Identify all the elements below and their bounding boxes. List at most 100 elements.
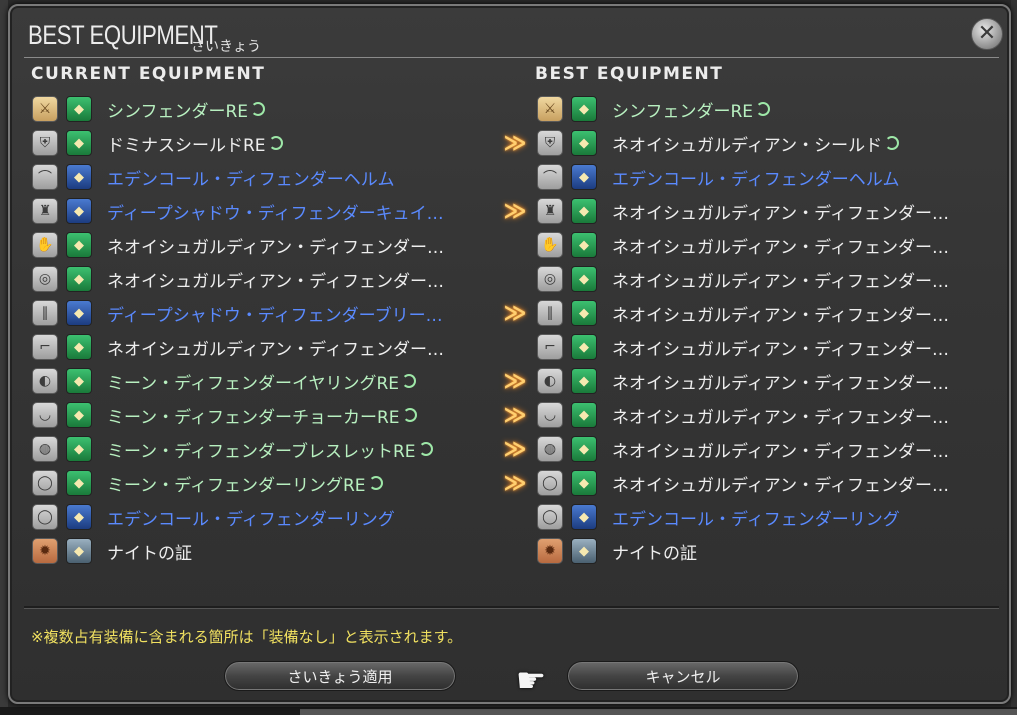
item-name: ミーン・ディフェンダーリングRE bbox=[107, 475, 366, 496]
item-icon[interactable]: ◆ bbox=[66, 402, 92, 428]
item-name: ネオイシュガルディアン・ディフェンダー… bbox=[612, 237, 949, 258]
item-icon[interactable]: ◆ bbox=[66, 130, 92, 156]
hq-icon bbox=[368, 476, 383, 490]
current-equipment-row[interactable]: ♜ ◆ ディープシャドウ・ディフェンダーキュイ… bbox=[32, 196, 444, 226]
best-equipment-row[interactable]: ♜ ◆ ネオイシュガルディアン・ディフェンダー… bbox=[537, 196, 949, 226]
item-name: シンフェンダーRE bbox=[612, 101, 754, 122]
hq-icon bbox=[756, 102, 771, 116]
item-icon[interactable]: ◆ bbox=[66, 538, 92, 564]
best-equipment-row[interactable]: ◯ ◆ エデンコール・ディフェンダーリング bbox=[537, 502, 900, 532]
close-button[interactable]: ✕ bbox=[971, 18, 1003, 50]
best-equipment-row[interactable]: ⛨ ◆ ネオイシュガルディアン・シールド bbox=[537, 128, 900, 158]
item-name: ネオイシュガルディアン・ディフェンダー… bbox=[107, 339, 444, 360]
item-icon[interactable]: ◆ bbox=[571, 198, 597, 224]
item-name: ネオイシュガルディアン・ディフェンダー… bbox=[612, 271, 949, 292]
current-equipment-row[interactable]: ⚔ ◆ シンフェンダーRE bbox=[32, 94, 266, 124]
best-equipment-row[interactable]: ⚔ ◆ シンフェンダーRE bbox=[537, 94, 771, 124]
item-name: ディープシャドウ・ディフェンダーキュイ… bbox=[107, 203, 444, 224]
item-name: ミーン・ディフェンダーチョーカーRE bbox=[107, 407, 400, 428]
current-equipment-row[interactable]: ◐ ◆ ミーン・ディフェンダーイヤリングRE bbox=[32, 366, 417, 396]
belt-icon: ◎ bbox=[537, 266, 563, 292]
best-equipment-row[interactable]: ⌒ ◆ エデンコール・ディフェンダーヘルム bbox=[537, 162, 899, 192]
item-name: ネオイシュガルディアン・ディフェンダー… bbox=[107, 237, 444, 258]
current-equipment-row[interactable]: ◡ ◆ ミーン・ディフェンダーチョーカーRE bbox=[32, 400, 417, 430]
upgrade-arrow-icon: ≫ bbox=[503, 470, 526, 496]
item-icon[interactable]: ◆ bbox=[571, 470, 597, 496]
item-icon[interactable]: ◆ bbox=[571, 130, 597, 156]
item-icon[interactable]: ◆ bbox=[571, 266, 597, 292]
ring-icon: ◯ bbox=[32, 470, 58, 496]
item-name: ネオイシュガルディアン・ディフェンダー… bbox=[612, 407, 949, 428]
item-name: ネオイシュガルディアン・ディフェンダー… bbox=[107, 271, 444, 292]
best-equipment-row[interactable]: ◡ ◆ ネオイシュガルディアン・ディフェンダー… bbox=[537, 400, 949, 430]
item-icon[interactable]: ◆ bbox=[571, 164, 597, 190]
item-icon[interactable]: ◆ bbox=[571, 436, 597, 462]
legs-icon: ∥ bbox=[537, 300, 563, 326]
item-icon[interactable]: ◆ bbox=[66, 334, 92, 360]
item-icon[interactable]: ◆ bbox=[66, 96, 92, 122]
item-icon[interactable]: ◆ bbox=[66, 266, 92, 292]
current-equipment-row[interactable]: ⌐ ◆ ネオイシュガルディアン・ディフェンダー… bbox=[32, 332, 444, 362]
hq-icon bbox=[268, 136, 283, 150]
best-equipment-row[interactable]: ∥ ◆ ネオイシュガルディアン・ディフェンダー… bbox=[537, 298, 949, 328]
bracelet-icon: ◍ bbox=[537, 436, 563, 462]
item-name: ディープシャドウ・ディフェンダーブリー… bbox=[107, 305, 443, 326]
upgrade-arrow-icon: ≫ bbox=[503, 130, 526, 156]
necklace-icon: ◡ bbox=[32, 402, 58, 428]
best-equipment-row[interactable]: ⌐ ◆ ネオイシュガルディアン・ディフェンダー… bbox=[537, 332, 949, 362]
best-equipment-window: BEST EQUIPMENT さいきょう ✕ CURRENT EQUIPMENT… bbox=[8, 4, 1011, 704]
best-equipment-row[interactable]: ◍ ◆ ネオイシュガルディアン・ディフェンダー… bbox=[537, 434, 949, 464]
helm-icon: ⌒ bbox=[32, 164, 58, 190]
shield-icon: ⛨ bbox=[537, 130, 563, 156]
current-equipment-row[interactable]: ✹ ◆ ナイトの証 bbox=[32, 536, 192, 566]
current-equipment-row[interactable]: ⛨ ◆ ドミナスシールドRE bbox=[32, 128, 283, 158]
item-name: ナイトの証 bbox=[612, 543, 697, 564]
best-equipment-row[interactable]: ✋ ◆ ネオイシュガルディアン・ディフェンダー… bbox=[537, 230, 949, 260]
necklace-icon: ◡ bbox=[537, 402, 563, 428]
hq-icon bbox=[418, 442, 433, 456]
best-equipment-row[interactable]: ◐ ◆ ネオイシュガルディアン・ディフェンダー… bbox=[537, 366, 949, 396]
best-equipment-row[interactable]: ✹ ◆ ナイトの証 bbox=[537, 536, 697, 566]
current-equipment-row[interactable]: ◎ ◆ ネオイシュガルディアン・ディフェンダー… bbox=[32, 264, 444, 294]
item-icon[interactable]: ◆ bbox=[571, 402, 597, 428]
background-hud-strip bbox=[300, 709, 1017, 715]
item-icon[interactable]: ◆ bbox=[66, 504, 92, 530]
upgrade-arrow-icon: ≫ bbox=[503, 436, 526, 462]
hand-pointer-icon: ☛ bbox=[515, 661, 547, 701]
current-equipment-row[interactable]: ◯ ◆ ミーン・ディフェンダーリングRE bbox=[32, 468, 383, 498]
item-icon[interactable]: ◆ bbox=[66, 470, 92, 496]
item-icon[interactable]: ◆ bbox=[571, 504, 597, 530]
current-equipment-row[interactable]: ◯ ◆ エデンコール・ディフェンダーリング bbox=[32, 502, 395, 532]
item-icon[interactable]: ◆ bbox=[66, 436, 92, 462]
apply-best-button[interactable]: さいきょう適用 bbox=[224, 661, 456, 691]
item-icon[interactable]: ◆ bbox=[571, 300, 597, 326]
item-name: ネオイシュガルディアン・ディフェンダー… bbox=[612, 475, 949, 496]
current-equipment-row[interactable]: ⌒ ◆ エデンコール・ディフェンダーヘルム bbox=[32, 162, 394, 192]
current-equipment-row[interactable]: ✋ ◆ ネオイシュガルディアン・ディフェンダー… bbox=[32, 230, 444, 260]
best-equipment-header: BEST EQUIPMENT bbox=[535, 64, 724, 84]
current-equipment-row[interactable]: ∥ ◆ ディープシャドウ・ディフェンダーブリー… bbox=[32, 298, 443, 328]
item-icon[interactable]: ◆ bbox=[66, 164, 92, 190]
soul-crystal-icon: ✹ bbox=[537, 538, 563, 564]
ring-icon: ◯ bbox=[537, 470, 563, 496]
item-icon[interactable]: ◆ bbox=[571, 368, 597, 394]
current-equipment-row[interactable]: ◍ ◆ ミーン・ディフェンダーブレスレットRE bbox=[32, 434, 433, 464]
earring-icon: ◐ bbox=[537, 368, 563, 394]
item-icon[interactable]: ◆ bbox=[571, 96, 597, 122]
item-icon[interactable]: ◆ bbox=[571, 232, 597, 258]
item-name: ネオイシュガルディアン・シールド bbox=[612, 135, 883, 156]
item-name: ネオイシュガルディアン・ディフェンダー… bbox=[612, 305, 949, 326]
best-equipment-row[interactable]: ◯ ◆ ネオイシュガルディアン・ディフェンダー… bbox=[537, 468, 949, 498]
feet-icon: ⌐ bbox=[537, 334, 563, 360]
item-icon[interactable]: ◆ bbox=[66, 300, 92, 326]
item-icon[interactable]: ◆ bbox=[571, 538, 597, 564]
window-subtitle: さいきょう bbox=[191, 39, 261, 55]
item-icon[interactable]: ◆ bbox=[66, 368, 92, 394]
best-equipment-row[interactable]: ◎ ◆ ネオイシュガルディアン・ディフェンダー… bbox=[537, 264, 949, 294]
cancel-button[interactable]: キャンセル bbox=[567, 661, 799, 691]
earring-icon: ◐ bbox=[32, 368, 58, 394]
item-icon[interactable]: ◆ bbox=[66, 232, 92, 258]
item-icon[interactable]: ◆ bbox=[66, 198, 92, 224]
feet-icon: ⌐ bbox=[32, 334, 58, 360]
item-icon[interactable]: ◆ bbox=[571, 334, 597, 360]
